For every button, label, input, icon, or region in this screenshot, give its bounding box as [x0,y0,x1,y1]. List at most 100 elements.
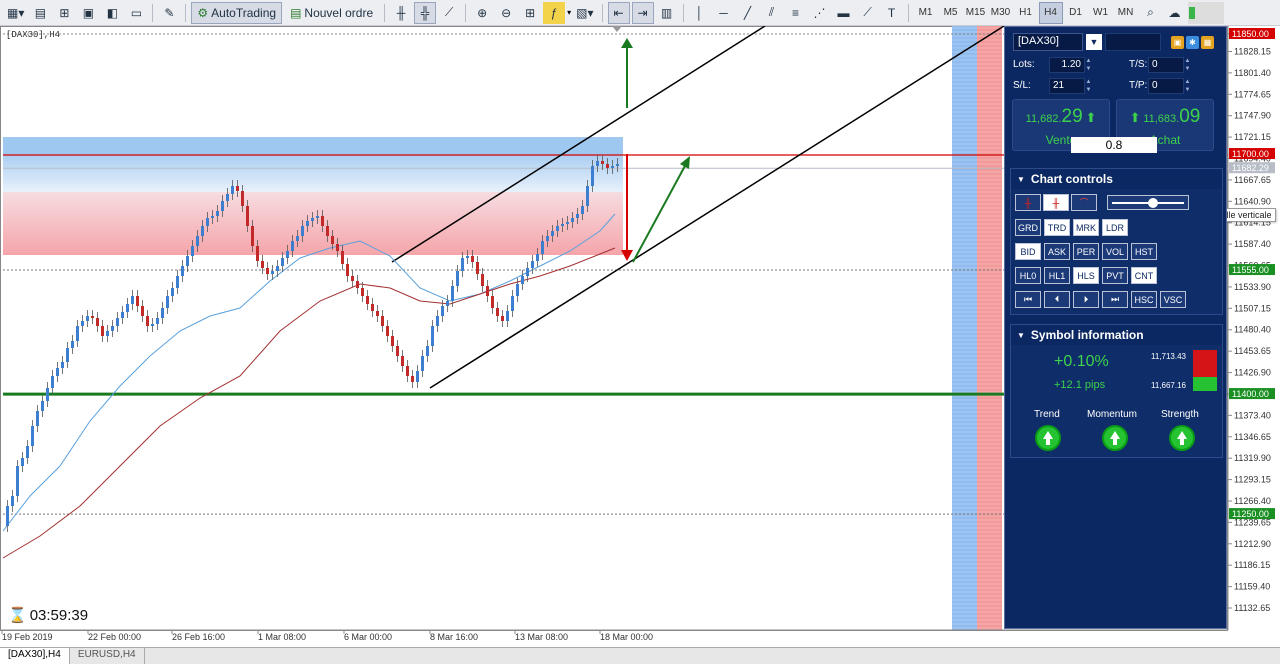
search-icon[interactable]: ⌕ [1140,2,1162,24]
candle-bull [421,356,424,371]
symbol-info-header[interactable]: ▼ Symbol information [1011,325,1222,345]
new-order-button[interactable]: ▤ Nouvel ordre [284,2,379,24]
indicators-icon[interactable]: ƒ [543,1,566,24]
sl-field[interactable]: 21 [1049,78,1085,94]
fibo-fan-icon[interactable]: ⋰ [809,2,831,24]
ask-button[interactable]: ASK [1044,243,1070,260]
line-mode-icon[interactable]: ⌒ [1071,194,1097,211]
data-window-icon[interactable]: ▣ [77,2,99,24]
first-bar-icon[interactable]: ⏮ [1015,291,1041,308]
chart-controls-header[interactable]: ▼ Chart controls [1011,169,1222,189]
auto-scroll-icon[interactable]: ⇤ [607,1,630,24]
timeframe-m30[interactable]: M30 [989,2,1013,24]
profiles-icon[interactable]: ▤ [29,2,51,24]
candle-bear [481,274,484,286]
chat-icon[interactable]: ☁ [1164,2,1186,24]
period-separators-icon[interactable]: ▥ [656,2,678,24]
candle-bull [526,268,529,276]
y-tick-label: 11132.65 [1234,603,1270,613]
zoom-slider[interactable] [1107,195,1189,210]
candlestick-icon[interactable]: ╬ [414,1,437,24]
candle-bull [596,161,599,166]
autotrading-button[interactable]: ⚙ AutoTrading [191,1,283,24]
candle-bull [531,261,534,268]
trd-button[interactable]: TRD [1044,219,1070,236]
next-bar-icon[interactable]: ⏵ [1073,291,1099,308]
ts-stepper[interactable]: ▲ ▼ [1184,57,1191,73]
templates-icon[interactable]: ▧▾ [573,2,596,24]
tile-windows-icon[interactable]: ⊞ [519,2,541,24]
pvt-button[interactable]: PVT [1102,267,1128,284]
hl1-button[interactable]: HL1 [1044,267,1070,284]
lots-stepper[interactable]: ▲ ▼ [1085,57,1092,73]
vol-button[interactable]: VOL [1102,243,1128,260]
layout-icon[interactable]: ▦ [1201,36,1214,49]
candle-bull [466,256,469,258]
zoom-out-icon[interactable]: ⊖ [495,2,517,24]
symbol-select[interactable]: [DAX30] [1013,33,1083,51]
terminal-icon[interactable]: ▭ [125,2,147,24]
collapse-icon: ▼ [1017,330,1025,340]
bid-button[interactable]: BID [1015,243,1041,260]
candle-bull [436,316,439,326]
timeframe-h4[interactable]: H4 [1038,1,1063,24]
candle-bear [356,281,359,288]
per-button[interactable]: PER [1073,243,1099,260]
tab-eurusd-h4[interactable]: EURUSD,H4 [70,648,145,664]
candle-bull [441,306,444,316]
symbol-extra-field[interactable] [1105,33,1161,51]
vsc-button[interactable]: VSC [1160,291,1186,308]
candle-red-icon[interactable]: ╫ [1015,194,1041,211]
tp-field[interactable]: 0 [1148,78,1184,94]
candle-bull [111,326,114,331]
rectangle-icon[interactable]: ▬ [833,2,855,24]
lock-icon[interactable]: ▣ [1171,36,1184,49]
channel-icon[interactable]: ⫽ [761,2,783,24]
y-tick-label: 11266.40 [1234,496,1271,506]
gear-icon[interactable]: ✱ [1186,36,1199,49]
candle-mixed-icon[interactable]: ╫ [1043,194,1069,211]
lots-field[interactable]: 1.20 [1049,57,1085,73]
bar-chart-icon[interactable]: ╫ [390,2,412,24]
timeframe-mn[interactable]: MN [1114,2,1138,24]
new-chart-icon[interactable]: ▦▾ [4,2,27,24]
timeframe-m1[interactable]: M1 [914,2,938,24]
strategy-tester-icon[interactable]: ✎ [158,2,180,24]
ldr-button[interactable]: LDR [1102,219,1128,236]
chevron-down-icon[interactable]: ▼ [1086,34,1102,50]
zoom-in-icon[interactable]: ⊕ [471,2,493,24]
line-chart-icon[interactable]: ⟋ [438,2,460,24]
hls-button[interactable]: HLS [1073,267,1099,284]
candle-bull [221,201,224,211]
navigator-icon[interactable]: ◧ [101,2,123,24]
tp-stepper[interactable]: ▲ ▼ [1184,78,1191,94]
text-icon[interactable]: T [881,2,903,24]
fibonacci-icon[interactable]: ≡ [785,2,807,24]
ts-field[interactable]: 0 [1148,57,1184,73]
sl-stepper[interactable]: ▲ ▼ [1085,78,1092,94]
cnt-button[interactable]: CNT [1131,267,1157,284]
market-watch-icon[interactable]: ⊞ [53,2,75,24]
horizontal-line-icon[interactable]: ─ [713,2,735,24]
trendline-icon[interactable]: ╱ [737,2,759,24]
timeframe-d1[interactable]: D1 [1064,2,1088,24]
hsc-button[interactable]: HSC [1131,291,1157,308]
vertical-line-icon[interactable]: │ [689,2,711,24]
candle-bear [91,316,94,318]
hst-button[interactable]: HST [1131,243,1157,260]
prev-bar-icon[interactable]: ⏴ [1044,291,1070,308]
timeframe-m5[interactable]: M5 [939,2,963,24]
timeframe-h1[interactable]: H1 [1014,2,1038,24]
timeframe-m15[interactable]: M15 [964,2,988,24]
timeframe-w1[interactable]: W1 [1089,2,1113,24]
spread-field[interactable]: 0.8 [1071,137,1157,153]
hl0-button[interactable]: HL0 [1015,267,1041,284]
candle-bull [66,348,69,362]
candle-bull [556,226,559,231]
tab-dax30-h4[interactable]: [DAX30],H4 [0,648,70,664]
mrk-button[interactable]: MRK [1073,219,1099,236]
grd-button[interactable]: GRD [1015,219,1041,236]
chart-shift-icon[interactable]: ⇥ [631,1,654,24]
pencil-icon[interactable]: ⟋ [857,2,879,24]
last-bar-icon[interactable]: ⏭ [1102,291,1128,308]
